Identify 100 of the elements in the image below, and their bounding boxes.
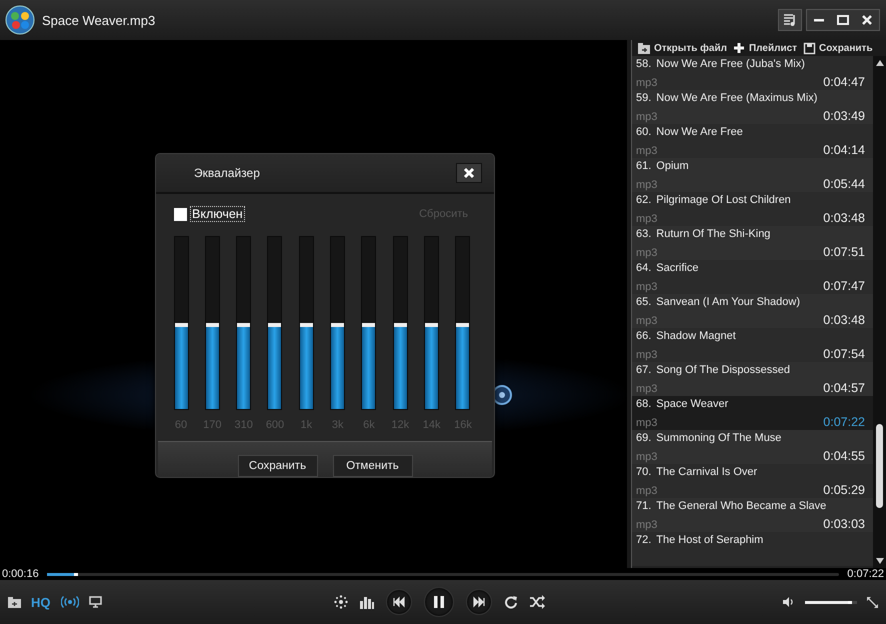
eq-slider-fill[interactable] (174, 323, 188, 410)
playlist-item[interactable]: 63. Ruturn Of The Shi-King mp3 0:07:51 (632, 226, 873, 260)
track-title: Sanvean (I Am Your Shadow) (656, 296, 800, 308)
playlist-item[interactable]: 67. Song Of The Dispossessed mp3 0:04:57 (632, 362, 873, 396)
track-format: mp3 (636, 281, 658, 293)
broadcast-toggle[interactable] (60, 596, 78, 608)
playlist-item[interactable]: 60. Now We Are Free mp3 0:04:14 (632, 124, 873, 158)
playlist-item[interactable]: 64. Sacrifice mp3 0:07:47 (632, 260, 873, 294)
playlist-button[interactable] (778, 9, 802, 31)
pause-button[interactable] (424, 587, 454, 617)
playlist-item[interactable]: 71. The General Who Became a Slave mp3 0:03:03 (632, 498, 873, 532)
save-button[interactable]: Сохранить (803, 42, 873, 54)
track-number: 68. (636, 398, 652, 410)
track-duration: 0:04:57 (823, 381, 865, 395)
track-format: mp3 (636, 485, 658, 497)
elapsed-time: 0:00:16 (2, 568, 39, 580)
previous-button[interactable] (386, 589, 412, 615)
playlist-icon (783, 13, 797, 27)
fullscreen-button[interactable] (867, 596, 878, 608)
eq-slider-fill[interactable] (362, 323, 376, 410)
playlist-item[interactable]: 61. Opium mp3 0:05:44 (632, 158, 873, 192)
track-title: Sacrifice (656, 262, 698, 274)
track-duration: 0:04:55 (823, 449, 865, 463)
equalizer-button[interactable] (360, 595, 374, 609)
eq-slider-track[interactable] (455, 236, 470, 410)
volume-button[interactable] (783, 597, 795, 607)
track-format: mp3 (636, 315, 658, 327)
save-button[interactable]: Сохранить (238, 455, 318, 477)
track-number: 61. (636, 160, 652, 172)
eq-slider-track[interactable] (174, 236, 188, 410)
eq-slider-track[interactable] (392, 236, 408, 410)
next-icon (472, 595, 486, 609)
eq-slider-fill[interactable] (331, 323, 344, 410)
track-duration: 0:03:49 (823, 109, 865, 123)
track-format: mp3 (636, 451, 658, 463)
app-logo-icon (5, 5, 35, 35)
eq-slider-fill[interactable] (425, 323, 438, 410)
plus-icon (732, 42, 746, 54)
playlist-item[interactable]: 72. The Host of Seraphim (632, 532, 873, 566)
total-time: 0:07:22 (847, 568, 884, 580)
eq-slider-track[interactable] (236, 236, 252, 410)
track-title: Space Weaver (656, 398, 728, 410)
scroll-down-icon[interactable] (876, 558, 884, 564)
effects-button[interactable] (334, 595, 348, 609)
playlist-item[interactable]: 70. The Carnival Is Over mp3 0:05:29 (632, 464, 873, 498)
track-duration: 0:07:47 (823, 279, 865, 293)
seek-bar[interactable] (46, 572, 840, 576)
scrollbar[interactable] (873, 56, 886, 568)
eq-slider-track[interactable] (204, 236, 220, 410)
sparkle-icon (334, 595, 348, 609)
track-title: Opium (656, 160, 689, 172)
cancel-button[interactable]: Отменить (332, 455, 412, 477)
scrollbar-thumb[interactable] (876, 424, 883, 508)
eq-slider-fill[interactable] (300, 323, 313, 410)
scroll-up-icon[interactable] (876, 60, 884, 66)
playlist-item[interactable]: 58. Now We Are Free (Juba's Mix) mp3 0:04:47 (632, 56, 873, 90)
speaker-icon (783, 597, 795, 607)
close-button[interactable] (456, 163, 482, 184)
track-duration: 0:03:48 (823, 211, 865, 225)
add-playlist-button[interactable]: Плейлист (732, 42, 798, 54)
playlist-item[interactable]: 69. Summoning Of The Muse mp3 0:04:55 (632, 430, 873, 464)
track-title: Now We Are Free (656, 126, 743, 138)
seek-bar-fill[interactable] (46, 572, 78, 576)
track-format: mp3 (636, 111, 658, 123)
track-duration: 0:04:47 (823, 75, 865, 89)
shuffle-button[interactable] (530, 595, 546, 609)
repeat-button[interactable] (504, 595, 518, 609)
eq-slider-track[interactable] (267, 236, 282, 410)
playlist-item[interactable]: 59. Now We Are Free (Maximus Mix) mp3 0:03:49 (632, 90, 873, 124)
eq-slider-fill[interactable] (268, 323, 282, 410)
track-duration: 0:03:48 (823, 313, 865, 327)
eq-slider-fill[interactable] (206, 323, 219, 410)
previous-icon (392, 595, 406, 609)
track-title: Now We Are Free (Maximus Mix) (656, 92, 818, 104)
track-number: 58. (636, 58, 652, 70)
eq-slider-track[interactable] (361, 236, 376, 410)
eq-slider-fill[interactable] (237, 323, 250, 410)
eq-slider-fill[interactable] (394, 323, 407, 410)
dialog-title: Эквалайзер (194, 166, 260, 180)
playlist-item[interactable]: 62. Pilgrimage Of Lost Children mp3 0:03:48 (632, 192, 873, 226)
screen-button[interactable] (88, 596, 102, 608)
track-format: mp3 (636, 213, 658, 225)
eq-slider-fill[interactable] (456, 323, 470, 410)
track-number: 62. (636, 194, 652, 206)
open-folder-button[interactable] (8, 596, 21, 608)
eq-slider-track[interactable] (330, 236, 346, 410)
hq-toggle[interactable]: HQ (31, 594, 50, 610)
track-number: 64. (636, 262, 652, 274)
next-button[interactable] (466, 589, 492, 615)
eq-slider-track[interactable] (424, 236, 440, 410)
track-title: The Carnival Is Over (656, 466, 758, 478)
playlist-item[interactable]: 65. Sanvean (I Am Your Shadow) mp3 0:03:48 (632, 294, 873, 328)
track-duration: 0:03:03 (823, 517, 865, 531)
track-format: mp3 (636, 417, 658, 429)
track-number: 66. (636, 330, 652, 342)
open-file-button[interactable]: Открыть файл (637, 42, 727, 54)
playlist-item[interactable]: 66. Shadow Magnet mp3 0:07:54 (632, 328, 873, 362)
playlist-item[interactable]: 68. Space Weaver mp3 0:07:22 (632, 396, 873, 430)
monitor-icon (88, 596, 102, 608)
eq-slider-track[interactable] (298, 236, 314, 410)
